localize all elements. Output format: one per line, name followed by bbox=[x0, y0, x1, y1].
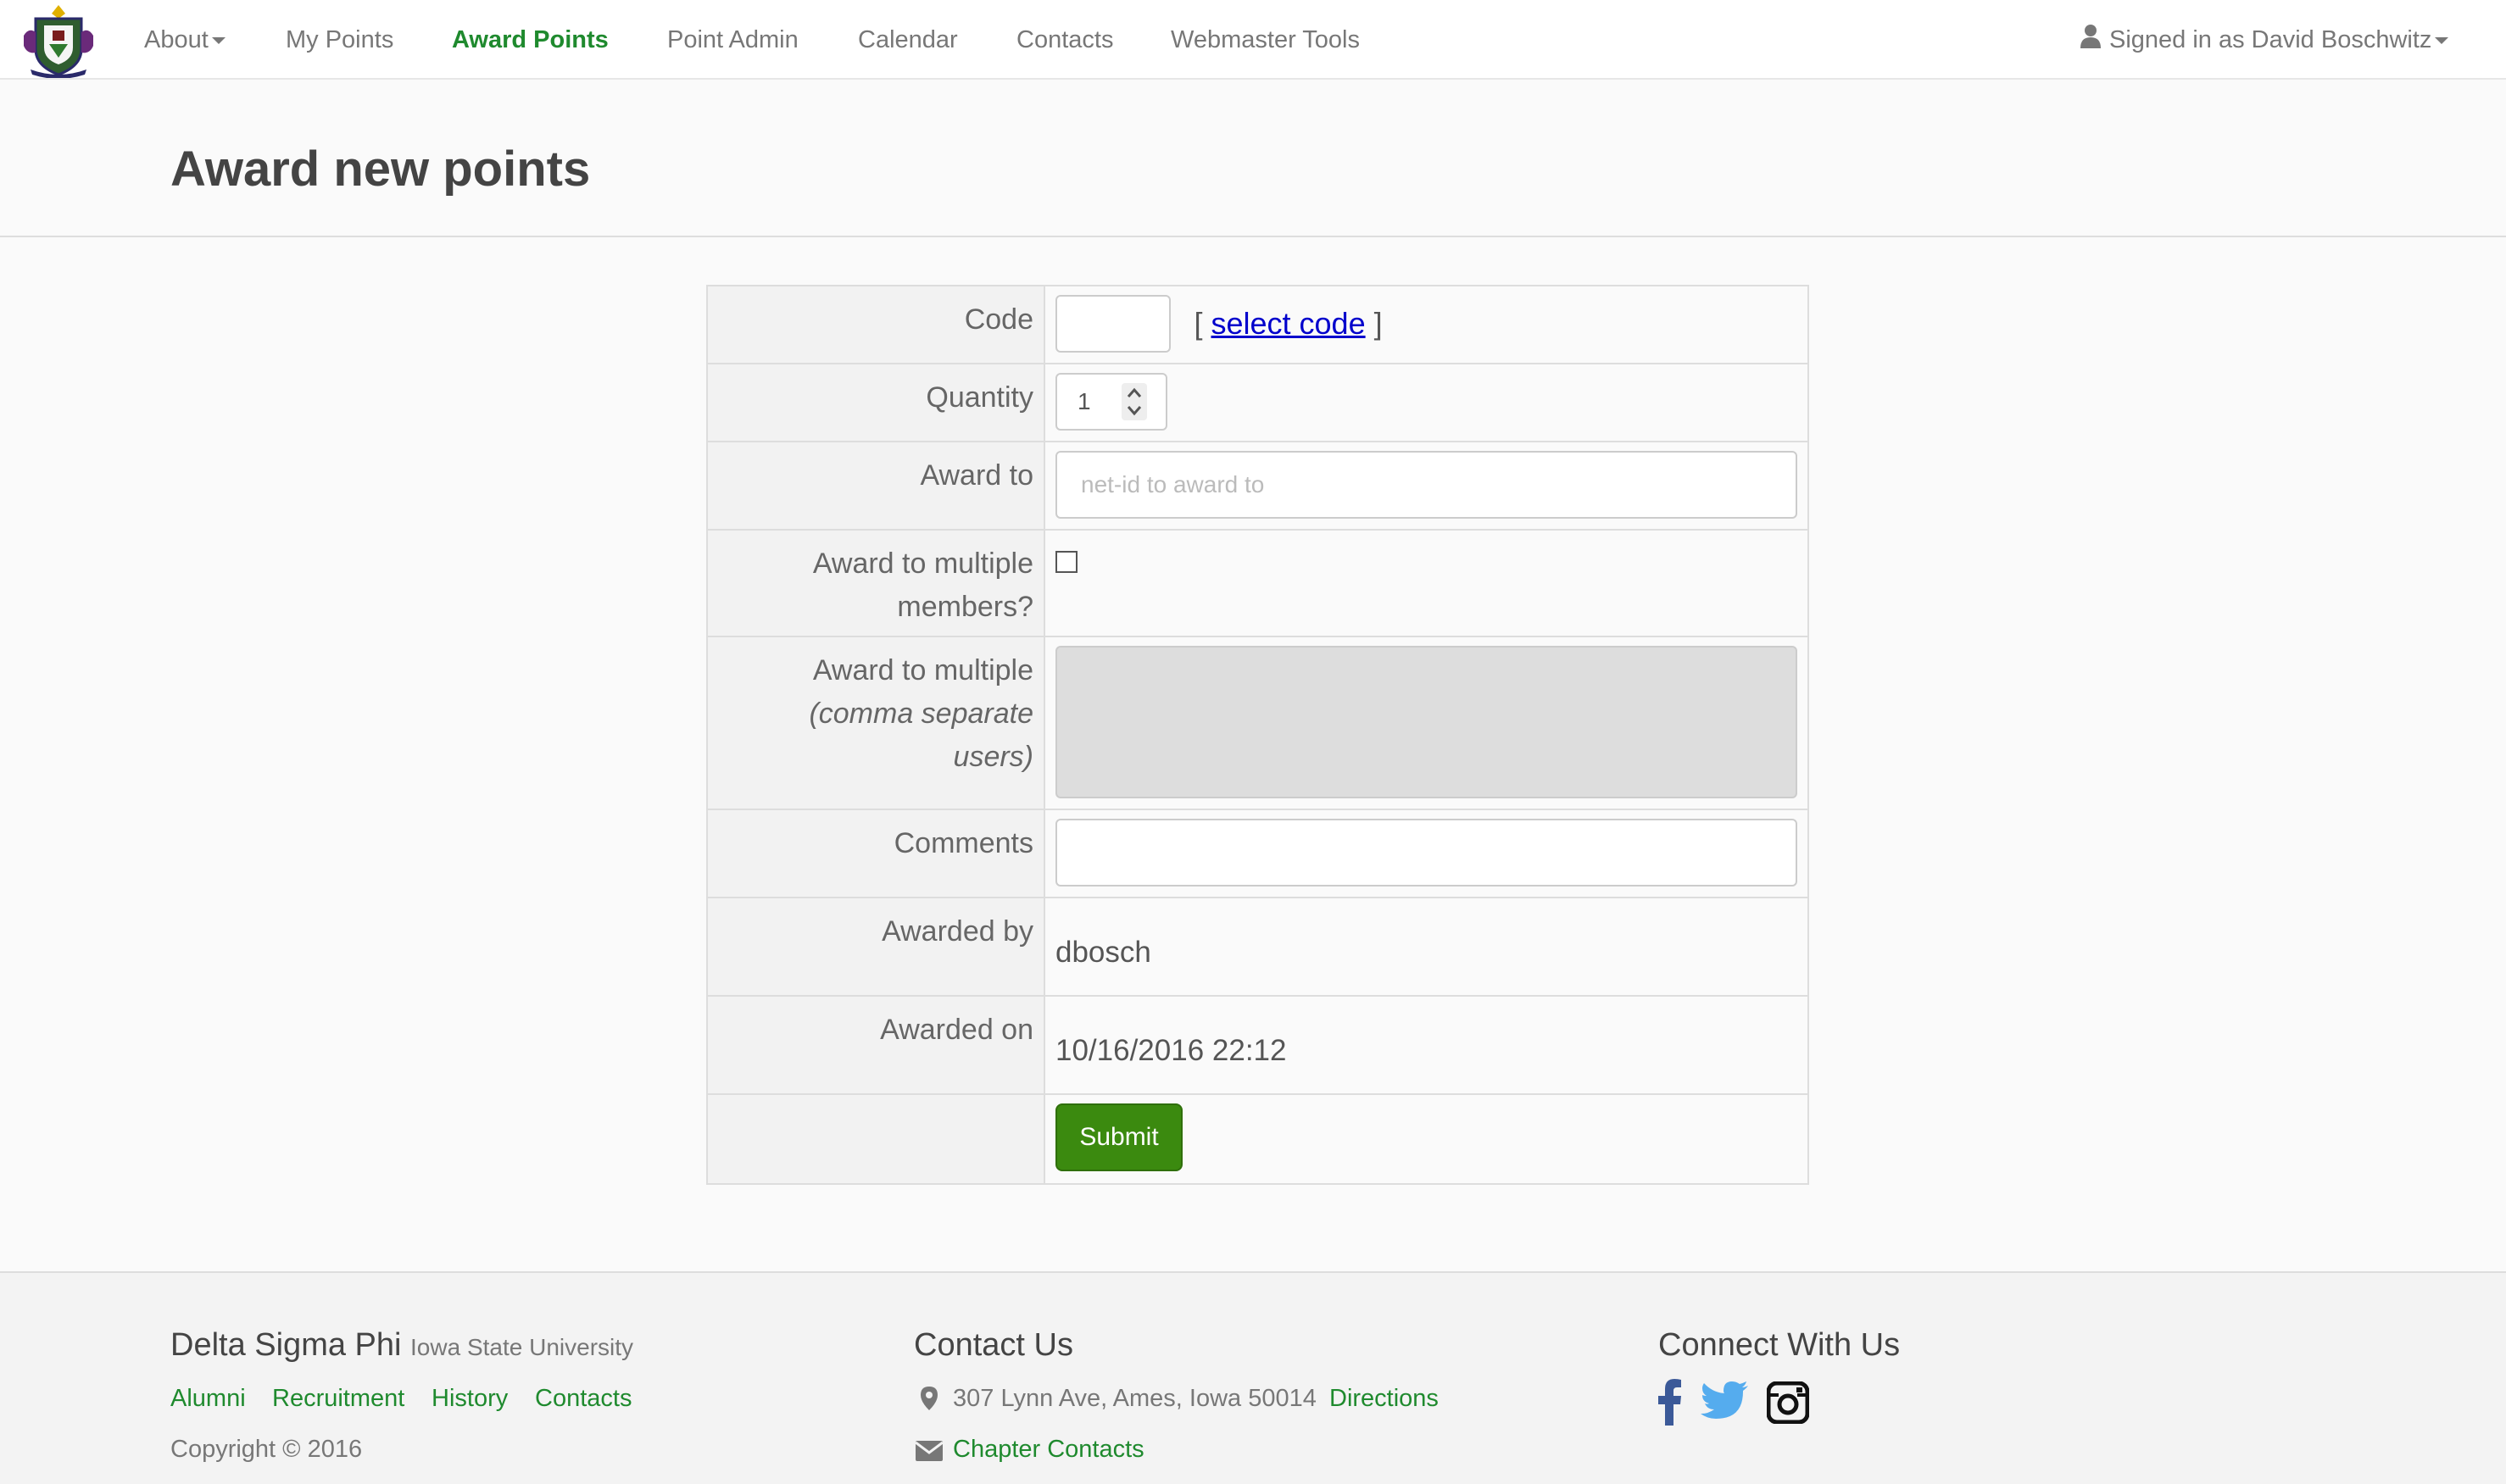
nav-webmaster-tools[interactable]: Webmaster Tools bbox=[1171, 0, 1360, 80]
chapter-contacts-link[interactable]: Chapter Contacts bbox=[953, 1436, 1144, 1464]
code-label: Code bbox=[708, 286, 1045, 363]
code-input[interactable] bbox=[1055, 295, 1171, 353]
awarded-by-row: Awarded by dbosch bbox=[708, 898, 1807, 997]
multiple-users-label: Award to multiple (comma separate users) bbox=[708, 637, 1045, 809]
footer-link-history[interactable]: History bbox=[432, 1385, 508, 1413]
envelope-icon bbox=[915, 1441, 944, 1465]
connect-heading: Connect With Us bbox=[1658, 1327, 1901, 1363]
award-to-placeholder: net-id to award to bbox=[1081, 471, 1265, 497]
awarded-on-row: Awarded on 10/16/2016 22:12 bbox=[708, 997, 1807, 1095]
directions-link[interactable]: Directions bbox=[1329, 1385, 1439, 1413]
chevron-down-icon bbox=[211, 37, 226, 45]
awarded-by-label: Awarded by bbox=[708, 898, 1045, 995]
nav-my-points[interactable]: My Points bbox=[286, 0, 393, 80]
nav-about[interactable]: About bbox=[144, 0, 226, 80]
nav-contacts[interactable]: Contacts bbox=[1016, 0, 1113, 80]
instagram-icon[interactable] bbox=[1766, 1381, 1810, 1428]
contact-heading: Contact Us bbox=[914, 1327, 1073, 1363]
multiple-members-row: Award to multiple members? bbox=[708, 531, 1807, 637]
navbar: About My Points Award Points Point Admin… bbox=[0, 0, 2506, 80]
map-marker-icon bbox=[921, 1387, 938, 1415]
nav-calendar[interactable]: Calendar bbox=[858, 0, 958, 80]
user-menu[interactable]: Signed in as David Boschwitz bbox=[2079, 0, 2449, 81]
award-points-form: Code [ select code ] Quantity 1 Award to… bbox=[706, 285, 1809, 1185]
facebook-icon[interactable] bbox=[1657, 1378, 1682, 1430]
award-to-row: Award to net-id to award to bbox=[708, 442, 1807, 531]
page-header: Award new points bbox=[0, 81, 2506, 237]
select-code: [ select code ] bbox=[1194, 306, 1383, 341]
multiple-users-row: Award to multiple (comma separate users) bbox=[708, 637, 1807, 810]
chevron-down-icon bbox=[2435, 37, 2449, 45]
multiple-members-checkbox[interactable] bbox=[1055, 551, 1078, 573]
quantity-stepper[interactable]: 1 bbox=[1055, 373, 1167, 431]
select-code-link[interactable]: select code bbox=[1211, 306, 1365, 341]
code-row: Code [ select code ] bbox=[708, 286, 1807, 364]
stepper-arrows[interactable] bbox=[1122, 383, 1147, 420]
footer-link-alumni[interactable]: Alumni bbox=[170, 1385, 246, 1413]
multiple-users-textarea bbox=[1055, 646, 1797, 798]
comments-row: Comments bbox=[708, 810, 1807, 898]
footer-org: Delta Sigma Phi Iowa State University bbox=[170, 1327, 634, 1363]
comments-input[interactable] bbox=[1055, 819, 1797, 887]
submit-button[interactable]: Submit bbox=[1055, 1103, 1183, 1171]
footer-address: 307 Lynn Ave, Ames, Iowa 50014 bbox=[953, 1385, 1317, 1412]
awarded-on-value: 10/16/2016 22:12 bbox=[1055, 1034, 1287, 1067]
nav-point-admin[interactable]: Point Admin bbox=[667, 0, 799, 80]
awarded-by-value: dbosch bbox=[1055, 936, 1151, 969]
footer-link-contacts[interactable]: Contacts bbox=[535, 1385, 632, 1413]
footer-copyright: Copyright © 2016 bbox=[170, 1436, 363, 1463]
twitter-icon[interactable] bbox=[1701, 1381, 1748, 1425]
submit-row: Submit bbox=[708, 1095, 1807, 1183]
quantity-label: Quantity bbox=[708, 364, 1045, 441]
multiple-members-label: Award to multiple members? bbox=[708, 531, 1045, 636]
award-to-input[interactable]: net-id to award to bbox=[1055, 451, 1797, 519]
awarded-on-label: Awarded on bbox=[708, 997, 1045, 1093]
crest-logo[interactable] bbox=[19, 2, 98, 79]
comments-label: Comments bbox=[708, 810, 1045, 897]
quantity-row: Quantity 1 bbox=[708, 364, 1807, 442]
award-to-label: Award to bbox=[708, 442, 1045, 529]
footer: Delta Sigma Phi Iowa State University Al… bbox=[0, 1271, 2506, 1484]
footer-link-recruitment[interactable]: Recruitment bbox=[272, 1385, 404, 1413]
user-icon bbox=[2079, 1, 2102, 81]
page-title: Award new points bbox=[170, 142, 591, 197]
nav-award-points[interactable]: Award Points bbox=[452, 0, 609, 80]
